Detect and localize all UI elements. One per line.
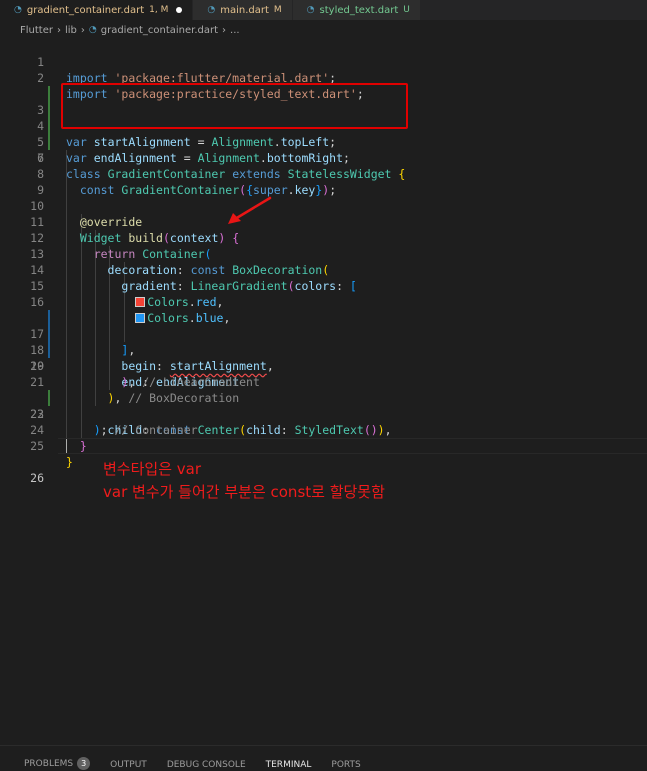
- code-line[interactable]: 16 Colors.blue,: [0, 278, 647, 325]
- tab-label: DEBUG CONSOLE: [166, 760, 246, 770]
- tab-problems[interactable]: PROBLEMS 3: [24, 757, 91, 771]
- problems-count-badge: 3: [77, 757, 91, 770]
- code-line[interactable]: 11 Widget build(context) {: [0, 198, 647, 245]
- code-line[interactable]: 1 import 'package:flutter/material.dart'…: [0, 38, 647, 85]
- code-line[interactable]: 25 }: [0, 422, 647, 469]
- text-cursor: [66, 439, 67, 453]
- code-line[interactable]: 15 Colors.red,: [0, 262, 647, 309]
- tab-main[interactable]: ◔ main.dart M: [193, 0, 293, 20]
- tab-status: 1, M: [149, 5, 169, 15]
- tab-label: OUTPUT: [110, 760, 147, 770]
- tab-label: gradient_container.dart: [26, 4, 145, 16]
- dart-file-icon: ◔: [88, 25, 97, 35]
- code-line[interactable]: 2 import 'package:practice/styled_text.d…: [0, 54, 647, 101]
- chevron-right-icon: ›: [56, 24, 61, 36]
- code-line[interactable]: 19 end: endAlignment: [0, 326, 647, 389]
- tab-debug-console[interactable]: DEBUG CONSOLE: [167, 760, 246, 771]
- chevron-right-icon: ›: [222, 24, 227, 36]
- code-line[interactable]: 21 ), // BoxDecoration: [0, 358, 647, 405]
- tab-label: PROBLEMS: [24, 758, 74, 769]
- line-number: 26: [30, 471, 44, 485]
- current-line-highlight: [58, 438, 647, 454]
- breadcrumb-item[interactable]: gradient_container.dart: [101, 25, 218, 36]
- code-line-current[interactable]: 26: [0, 438, 647, 485]
- breadcrumb-item[interactable]: Flutter: [20, 25, 53, 36]
- code-line[interactable]: 7 class GradientContainer extends Statel…: [0, 134, 647, 181]
- breadcrumb: Flutter › lib › ◔ gradient_container.dar…: [0, 20, 647, 40]
- code-line[interactable]: 20 ), // LinearGradient: [0, 342, 647, 389]
- tab-styled-text[interactable]: ◔ styled_text.dart U: [292, 0, 421, 20]
- annotation-line: 변수타입은 var: [103, 460, 202, 478]
- annotation-arrow-icon: [228, 196, 272, 224]
- tab-label: TERMINAL: [265, 760, 312, 770]
- code-line[interactable]: 18 begin: startAlignment,: [0, 310, 647, 373]
- code-line[interactable]: 9: [0, 166, 647, 197]
- code-line[interactable]: 22 child: const Center(child: StyledText…: [0, 374, 647, 437]
- editor-tab-bar: ◔ gradient_container.dart 1, M ◔ main.da…: [0, 0, 647, 20]
- dart-file-icon: ◔: [14, 5, 22, 15]
- tab-gradient-container[interactable]: ◔ gradient_container.dart 1, M: [0, 0, 194, 20]
- code-line[interactable]: 23 ); // Container: [0, 390, 647, 437]
- tab-terminal[interactable]: TERMINAL: [266, 760, 312, 771]
- bottom-panel-tabs: PROBLEMS 3 OUTPUT DEBUG CONSOLE TERMINAL…: [0, 745, 647, 771]
- tab-label: main.dart: [220, 4, 269, 16]
- tab-label: PORTS: [331, 760, 361, 770]
- dart-file-icon: ◔: [306, 5, 315, 15]
- code-line[interactable]: 12 return Container(: [0, 214, 647, 261]
- tab-output[interactable]: OUTPUT: [110, 760, 147, 771]
- tab-label: styled_text.dart: [319, 4, 399, 16]
- code-line[interactable]: 10 @override: [0, 182, 647, 229]
- annotation-note: 변수타입은 var var 변수가 들어간 부분은 const로 할당못함: [103, 458, 385, 504]
- code-line[interactable]: 13 decoration: const BoxDecoration(: [0, 230, 647, 277]
- breadcrumb-item[interactable]: lib: [65, 25, 77, 36]
- tab-status: U: [403, 5, 410, 15]
- code-line[interactable]: 8 const GradientContainer({super.key});: [0, 150, 647, 197]
- unsaved-dot-icon[interactable]: [176, 7, 183, 13]
- tab-status: M: [273, 5, 282, 15]
- chevron-right-icon: ›: [80, 24, 85, 36]
- annotation-line: var 변수가 들어간 부분은 const로 할당못함: [103, 483, 385, 501]
- code-line[interactable]: 17 ],: [0, 294, 647, 357]
- breadcrumb-item[interactable]: ...: [230, 25, 240, 36]
- annotation-highlight-box: [61, 83, 408, 129]
- tab-ports[interactable]: PORTS: [331, 760, 360, 771]
- code-line[interactable]: 24 }: [0, 406, 647, 453]
- code-line[interactable]: 14 gradient: LinearGradient(colors: [: [0, 246, 647, 293]
- dart-file-icon: ◔: [207, 5, 216, 15]
